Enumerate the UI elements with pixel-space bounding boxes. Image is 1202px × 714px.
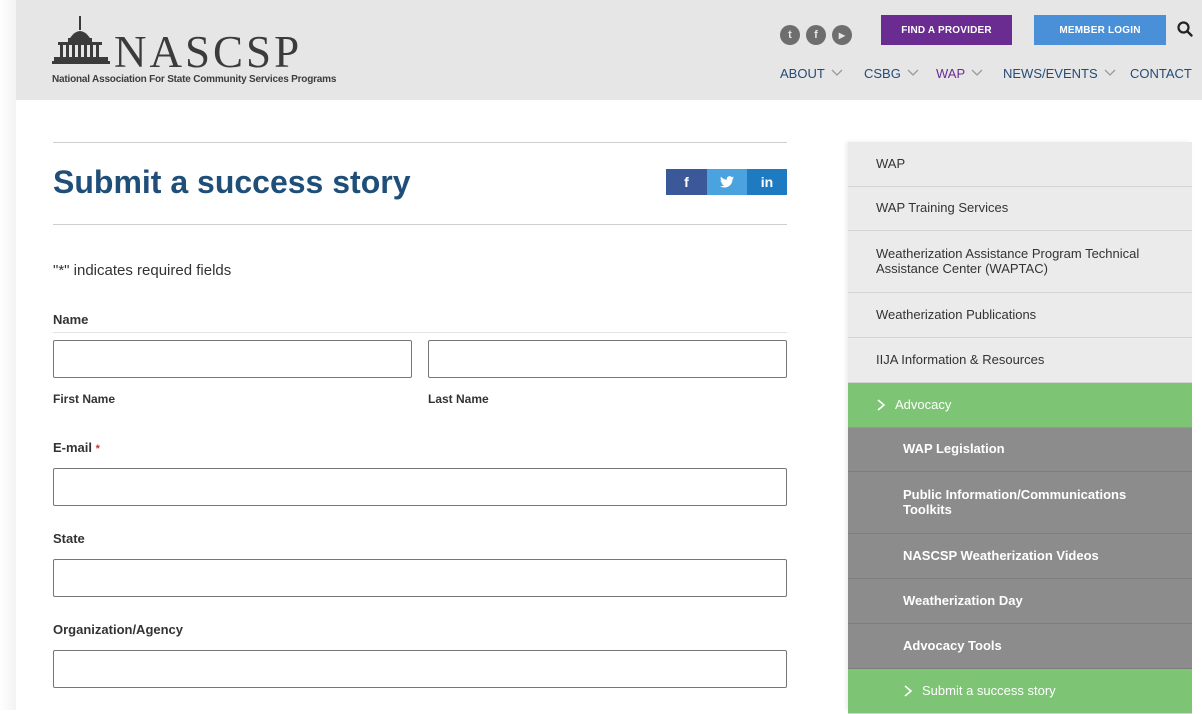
sidebar-item-label: WAP Legislation — [903, 441, 1005, 457]
email-label-text: E-mail — [53, 440, 93, 455]
share-twitter-button[interactable] — [707, 169, 747, 195]
page-title: Submit a success story — [53, 164, 411, 200]
name-label: Name — [53, 312, 89, 327]
chevron-down-icon — [971, 69, 983, 76]
nav-news-events[interactable]: NEWS/EVENTS — [1003, 64, 1116, 82]
nav-wap[interactable]: WAP — [936, 64, 983, 82]
youtube-icon[interactable]: ▶ — [832, 25, 852, 45]
sidebar-item-iija[interactable]: IIJA Information & Resources — [848, 338, 1192, 383]
share-linkedin-button[interactable]: in — [747, 169, 787, 195]
nascsp-logo[interactable]: NASCSP National Association For State Co… — [52, 16, 352, 96]
nav-about-label: ABOUT — [780, 65, 825, 81]
sidebar-subitem-videos[interactable]: NASCSP Weatherization Videos — [848, 534, 1192, 579]
sidebar-subitem-advocacy-tools[interactable]: Advocacy Tools — [848, 624, 1192, 669]
sidebar-subitem-weatherization-day[interactable]: Weatherization Day — [848, 579, 1192, 624]
sidebar-item-label: Submit a success story — [922, 682, 1056, 698]
nav-news-events-label: NEWS/EVENTS — [1003, 65, 1098, 81]
chevron-right-icon — [904, 685, 913, 697]
nav-csbg[interactable]: CSBG — [864, 64, 919, 82]
page-edge — [0, 0, 16, 710]
organization-input[interactable] — [53, 650, 787, 688]
sidebar-item-label: Weatherization Day — [903, 592, 1023, 608]
sidebar-item-weatherization-publications[interactable]: Weatherization Publications — [848, 293, 1192, 338]
last-name-input[interactable] — [428, 340, 787, 378]
email-input[interactable] — [53, 468, 787, 506]
logo-tagline: National Association For State Community… — [52, 74, 337, 85]
required-fields-note: "*" indicates required fields — [53, 262, 232, 279]
sidebar-item-label: Advocacy Tools — [903, 637, 1002, 653]
state-label: State — [53, 531, 85, 546]
chevron-down-icon — [1104, 69, 1116, 76]
logo-wordmark: NASCSP — [114, 27, 303, 77]
first-name-label: First Name — [53, 392, 116, 406]
facebook-icon[interactable]: f — [806, 25, 826, 45]
name-divider — [53, 332, 787, 333]
capitol-logo-icon — [52, 16, 110, 64]
search-icon[interactable] — [1176, 20, 1194, 38]
sidebar-item-label: NASCSP Weatherization Videos — [903, 547, 1099, 563]
sidebar-item-label: WAP — [876, 155, 906, 171]
sidebar-item-advocacy[interactable]: Advocacy — [848, 383, 1192, 428]
sidebar-item-label: Weatherization Publications — [876, 306, 1037, 322]
sidebar-subitem-wap-legislation[interactable]: WAP Legislation — [848, 428, 1192, 472]
sidebar-item-label: Advocacy — [895, 396, 952, 412]
nav-about[interactable]: ABOUT — [780, 64, 843, 82]
nav-csbg-label: CSBG — [864, 65, 901, 81]
twitter-icon[interactable]: t — [780, 25, 800, 45]
first-name-input[interactable] — [53, 340, 412, 378]
title-top-divider — [53, 142, 787, 143]
share-facebook-button[interactable]: f — [666, 169, 707, 195]
email-label: E-mail * — [53, 440, 100, 455]
twitter-icon — [720, 176, 734, 188]
find-provider-button[interactable]: FIND A PROVIDER — [881, 15, 1012, 45]
sidebar-item-label: WAP Training Services — [876, 200, 1009, 216]
sidebar-item-wap-training[interactable]: WAP Training Services — [848, 187, 1192, 231]
nav-contact-label: CONTACT — [1130, 65, 1192, 81]
facebook-icon: f — [684, 174, 689, 190]
last-name-label: Last Name — [428, 392, 489, 406]
sidebar-subitem-toolkits[interactable]: Public Information/Communications Toolki… — [848, 472, 1192, 534]
sidebar-item-waptac[interactable]: Weatherization Assistance Program Techni… — [848, 231, 1192, 293]
chevron-down-icon — [907, 69, 919, 76]
chevron-down-icon — [831, 69, 843, 76]
title-bottom-divider — [53, 224, 787, 225]
sidebar-item-label: Public Information/Communications Toolki… — [903, 486, 1127, 517]
sidebar-item-label: Weatherization Assistance Program Techni… — [876, 245, 1140, 276]
state-input[interactable] — [53, 559, 787, 597]
member-login-button[interactable]: MEMBER LOGIN — [1034, 15, 1166, 45]
site-header: NASCSP National Association For State Co… — [16, 0, 1202, 100]
chevron-right-icon — [877, 399, 886, 411]
sidebar-subitem-submit-success-story[interactable]: Submit a success story — [848, 669, 1192, 714]
sidebar-item-label: IIJA Information & Resources — [876, 351, 1045, 367]
nav-wap-label: WAP — [936, 65, 966, 81]
nav-contact[interactable]: CONTACT — [1130, 64, 1192, 82]
organization-label: Organization/Agency — [53, 622, 184, 637]
required-indicator: * — [95, 443, 100, 455]
sidebar-item-wap[interactable]: WAP — [848, 142, 1192, 187]
linkedin-icon: in — [760, 174, 774, 190]
sidebar-nav: WAP WAP Training Services Weatherization… — [848, 142, 1192, 714]
